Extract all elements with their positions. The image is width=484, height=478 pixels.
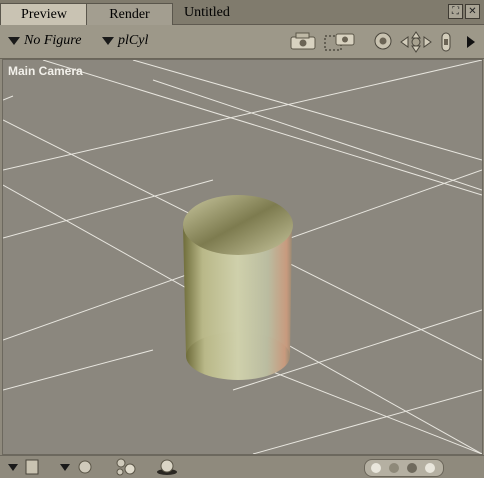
dropdown-arrow-icon <box>102 36 114 45</box>
dot-icon[interactable] <box>389 463 399 473</box>
camera-icon[interactable] <box>290 31 316 51</box>
dot-icon[interactable] <box>407 463 417 473</box>
display-style-arrow-icon[interactable] <box>8 464 18 471</box>
bottom-bar <box>0 455 484 478</box>
trackball-icon[interactable] <box>373 31 393 51</box>
actor-dropdown-label: plCyl <box>118 33 149 48</box>
figure-dropdown-label: No Figure <box>24 33 82 48</box>
preview-window: Preview Render Untitled ⛶ ✕ No Figure pl… <box>0 0 484 478</box>
multi-sphere-icon[interactable] <box>114 457 140 477</box>
preview-viewport[interactable]: Main Camera <box>2 59 483 455</box>
move-xz-icon[interactable] <box>400 31 432 53</box>
maximize-icon[interactable]: ⛶ <box>448 4 463 19</box>
actor-dropdown[interactable]: plCyl <box>102 32 148 50</box>
camera-label: Main Camera <box>8 64 83 78</box>
tab-strip: Preview Render Untitled ⛶ ✕ <box>0 0 484 25</box>
close-icon[interactable]: ✕ <box>465 4 480 19</box>
dot-icon[interactable] <box>371 463 381 473</box>
tab-preview[interactable]: Preview <box>0 3 88 25</box>
figure-dropdown[interactable]: No Figure <box>8 32 81 50</box>
expand-right-icon[interactable] <box>466 35 476 49</box>
tab-render[interactable]: Render <box>86 3 173 25</box>
camera-frame-icon[interactable] <box>324 31 356 53</box>
toolbar: No Figure plCyl <box>0 25 484 59</box>
document-style-icon[interactable] <box>25 459 39 475</box>
dot-icon[interactable] <box>425 463 435 473</box>
move-y-icon[interactable] <box>440 31 452 53</box>
light-sphere-icon[interactable] <box>155 458 179 476</box>
dropdown-arrow-icon <box>8 36 20 45</box>
sphere-icon[interactable] <box>76 459 94 475</box>
cylinder-object[interactable] <box>3 60 482 454</box>
document-title: Untitled <box>184 5 230 20</box>
view-dots-control[interactable] <box>364 459 444 477</box>
material-arrow-icon[interactable] <box>60 464 70 471</box>
